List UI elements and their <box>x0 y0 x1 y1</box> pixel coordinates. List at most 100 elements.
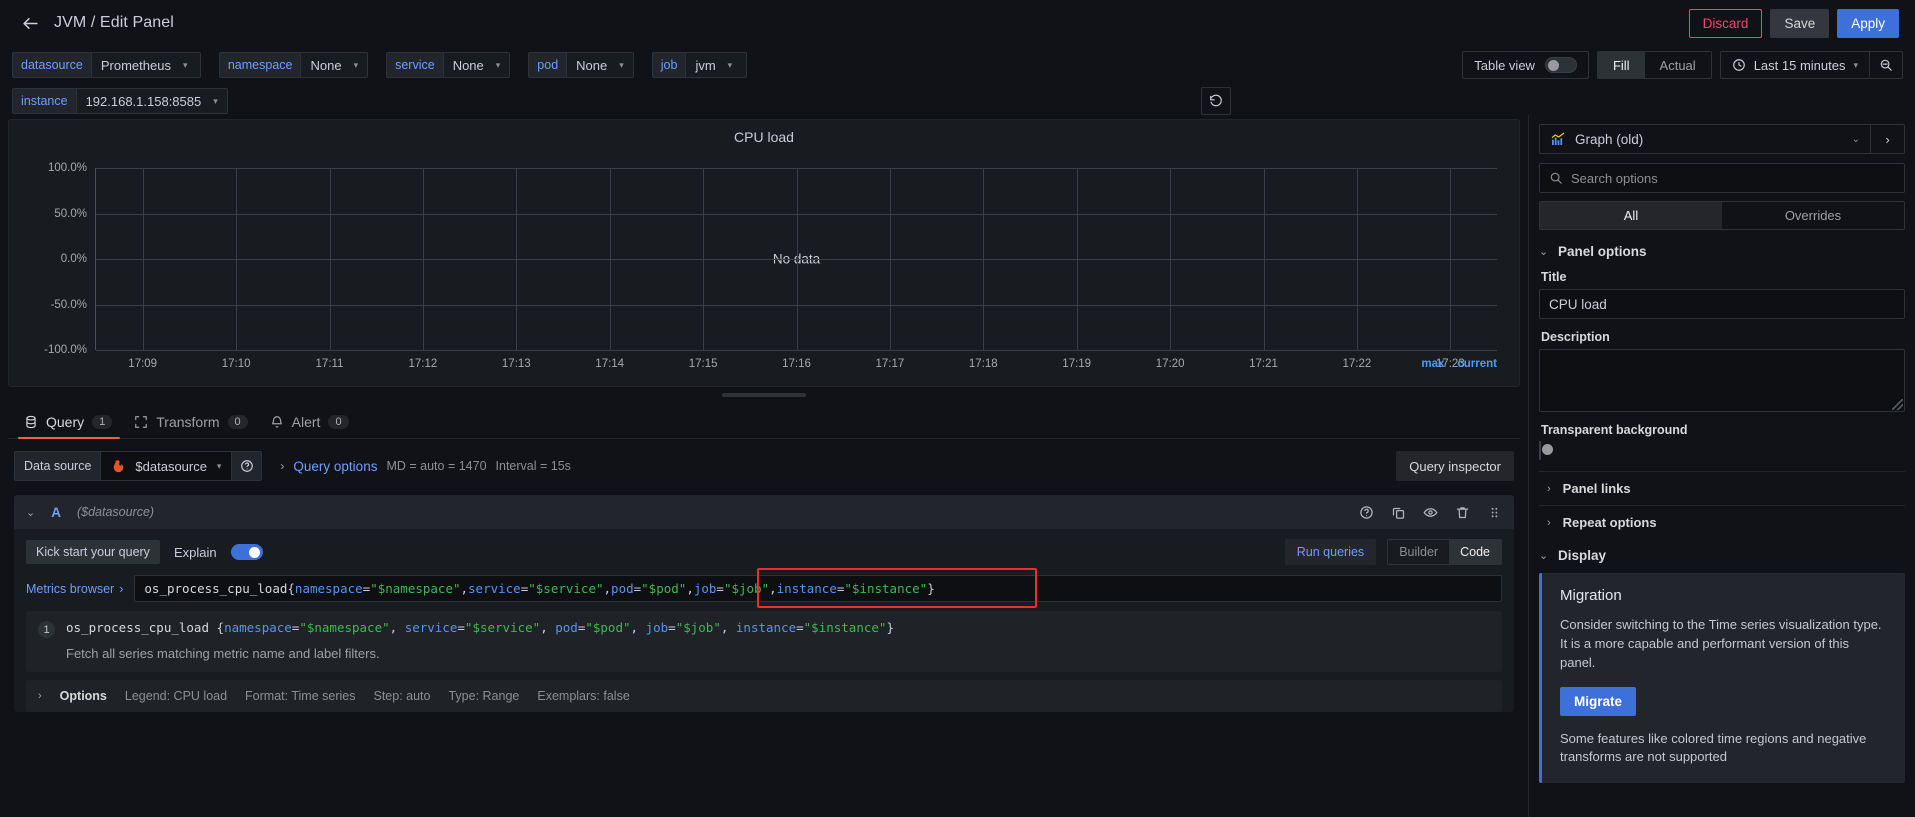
actual-button[interactable]: Actual <box>1644 52 1711 78</box>
chart-gridline-v <box>889 168 891 350</box>
panel-title: CPU load <box>734 129 794 145</box>
arrow-left-icon <box>22 17 38 29</box>
datasource-help-button[interactable] <box>232 451 263 481</box>
visualization-name: Graph (old) <box>1575 131 1644 147</box>
code-mode-button[interactable]: Code <box>1449 540 1501 564</box>
apply-button[interactable]: Apply <box>1837 8 1899 38</box>
tab-alert[interactable]: Alert 0 <box>260 405 361 438</box>
builder-mode-button[interactable]: Builder <box>1388 540 1449 564</box>
tab-transform[interactable]: Transform 0 <box>124 405 259 438</box>
metrics-browser-button[interactable]: Metrics browser › <box>26 575 134 602</box>
section-panel-options[interactable]: ⌄ Panel options <box>1539 244 1905 259</box>
copy-icon[interactable] <box>1391 505 1406 520</box>
datasource-label: Data source <box>14 451 101 481</box>
chart-plot[interactable]: No data 100.0% 50.0% 0.0% -50.0% -100.0% 17:0… <box>44 162 1497 370</box>
trash-icon[interactable] <box>1455 505 1470 520</box>
section-display[interactable]: ⌄ Display <box>1539 548 1905 563</box>
description-textarea[interactable] <box>1539 349 1905 412</box>
variable-job[interactable]: job jvm ▾ <box>651 52 748 78</box>
table-view-toggle[interactable]: Table view <box>1462 51 1589 79</box>
variable-namespace-value[interactable]: None ▾ <box>300 52 369 78</box>
chart-gridline-h <box>96 350 1497 351</box>
breadcrumb: JVM / Edit Panel <box>54 14 174 31</box>
chevron-right-icon: › <box>38 690 42 702</box>
help-circle-icon[interactable] <box>1359 505 1374 520</box>
refresh-button[interactable] <box>1201 87 1231 115</box>
variable-service[interactable]: service None ▾ <box>386 52 511 78</box>
transform-icon <box>135 416 148 428</box>
eye-icon[interactable] <box>1423 505 1438 520</box>
variable-instance-value[interactable]: 192.168.1.158:8585 ▾ <box>75 88 228 114</box>
chevron-down-icon: ⌄ <box>1539 246 1549 258</box>
explain-label: Explain <box>173 544 217 560</box>
variable-datasource-value[interactable]: Prometheus ▾ <box>90 52 201 78</box>
save-button[interactable]: Save <box>1770 8 1830 38</box>
drag-handle-icon[interactable] <box>1487 505 1502 520</box>
transparent-background-toggle[interactable] <box>1539 441 1553 460</box>
query-code-input[interactable]: os_process_cpu_load{namespace = "$namespac… <box>134 575 1502 602</box>
query-inspector-button[interactable]: Query inspector <box>1396 451 1514 481</box>
display-title: Display <box>1558 548 1607 563</box>
chevron-down-icon: ▾ <box>353 59 359 70</box>
metrics-browser-label: Metrics browser <box>26 581 115 596</box>
search-options-box[interactable] <box>1539 163 1905 193</box>
back-button[interactable] <box>16 9 44 37</box>
visualization-expand-button[interactable]: › <box>1870 125 1904 153</box>
datasource-value: $datasource <box>135 458 207 474</box>
panel-resize-handle[interactable] <box>722 393 806 397</box>
tab-alert-count: 0 <box>328 415 349 429</box>
title-input[interactable]: CPU load <box>1539 289 1905 319</box>
table-view-switch[interactable] <box>1544 57 1577 73</box>
kick-start-query-button[interactable]: Kick start your query <box>26 540 160 564</box>
chart-gridline-v <box>1170 168 1172 350</box>
main-body: CPU load No data 100.0% 50.0% 0.0% -50.0% -1… <box>0 115 1915 817</box>
refresh-container <box>1201 87 1231 115</box>
query-options-label[interactable]: Query options <box>293 459 377 474</box>
chevron-down-icon[interactable]: ⌄ <box>26 506 35 519</box>
variable-job-value[interactable]: jvm ▾ <box>685 52 748 78</box>
search-options-input[interactable] <box>1571 170 1895 186</box>
datasource-picker[interactable]: $datasource ▾ <box>100 451 233 481</box>
resize-grip-icon[interactable] <box>1892 399 1903 410</box>
time-range-picker[interactable]: Last 15 minutes ▾ <box>1719 51 1903 79</box>
tab-query[interactable]: Query 1 <box>14 405 124 439</box>
variable-namespace[interactable]: namespace None ▾ <box>218 52 369 78</box>
visualization-current[interactable]: Graph (old) ⌄ <box>1540 131 1870 147</box>
time-range-main[interactable]: Last 15 minutes ▾ <box>1721 58 1869 73</box>
chart-x-tick-label: 17:21 <box>1249 358 1278 370</box>
visualization-picker[interactable]: Graph (old) ⌄ › <box>1539 124 1905 154</box>
variable-service-value[interactable]: None ▾ <box>442 52 511 78</box>
chart-x-tick-label: 17:14 <box>595 358 625 370</box>
fill-button[interactable]: Fill <box>1597 52 1645 78</box>
migration-title: Migration <box>1560 587 1622 604</box>
variables-bar: datasource Prometheus ▾ namespace None ▾… <box>0 46 1915 115</box>
chevron-down-icon: ▾ <box>1853 59 1858 70</box>
variable-instance[interactable]: instance 192.168.1.158:8585 ▾ <box>12 88 228 114</box>
variable-datasource[interactable]: datasource Prometheus ▾ <box>12 52 201 78</box>
explain-line-number: 1 <box>38 621 55 638</box>
run-queries-button[interactable]: Run queries <box>1284 539 1377 565</box>
query-options-collapsed-row[interactable]: › Options Legend: CPU load Format: Time … <box>26 680 1502 712</box>
tab-all[interactable]: All <box>1540 202 1722 229</box>
tab-overrides[interactable]: Overrides <box>1722 202 1904 229</box>
section-panel-links[interactable]: › Panel links <box>1539 471 1905 505</box>
query-expression-row: Metrics browser › os_process_cpu_load{na… <box>14 565 1514 602</box>
chart-x-tick-label: 17:09 <box>128 358 158 370</box>
chart-y-tick-label: 0.0% <box>60 253 87 265</box>
explain-toggle[interactable] <box>230 544 263 560</box>
chart-x-tick-label: 17:15 <box>688 358 718 370</box>
options-scroll-area[interactable]: All Overrides ⌄ Panel options Title CPU … <box>1529 154 1915 817</box>
bell-icon <box>271 416 282 428</box>
variable-pod[interactable]: pod None ▾ <box>528 52 634 78</box>
discard-button[interactable]: Discard <box>1688 8 1763 38</box>
query-options[interactable]: › Query options MD = auto = 1470 Interva… <box>280 459 571 474</box>
variable-pod-value[interactable]: None ▾ <box>566 52 634 78</box>
section-repeat-options[interactable]: › Repeat options <box>1539 505 1905 539</box>
variables-row-1: datasource Prometheus ▾ namespace None ▾… <box>12 51 1903 79</box>
options-filter-tabs: All Overrides <box>1539 201 1905 230</box>
zoom-out-button[interactable] <box>1869 52 1902 78</box>
migrate-button[interactable]: Migrate <box>1560 686 1637 716</box>
legend-entry-current[interactable]: current <box>1457 358 1497 370</box>
legend-entry-max[interactable]: max <box>1421 358 1444 370</box>
variable-instance-label: instance <box>12 88 76 114</box>
